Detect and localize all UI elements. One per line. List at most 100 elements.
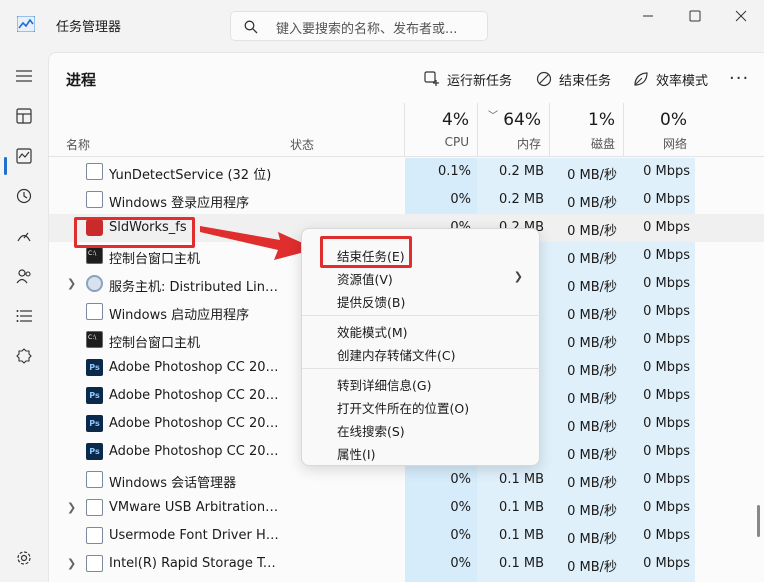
menu-separator — [302, 315, 541, 316]
network-cell: 0 Mbps — [643, 500, 690, 515]
network-cell: 0 Mbps — [643, 304, 690, 319]
photoshop-icon: Ps — [86, 415, 103, 432]
menu-item-resource-values[interactable]: 资源值(V) — [337, 269, 540, 288]
process-icon — [86, 163, 103, 180]
nav-item-performance[interactable] — [10, 142, 38, 170]
efficiency-mode-label: 效率模式 — [656, 73, 709, 89]
column-header-cpu[interactable]: 4% CPU — [404, 103, 477, 157]
nav-item-app-history[interactable] — [10, 182, 38, 210]
column-header-disk[interactable]: 1% 磁盘 — [549, 103, 623, 157]
annotation-highlight-process — [74, 217, 195, 248]
table-row[interactable]: Usermode Font Driver Host 0% 0.1 MB 0 MB… — [49, 522, 764, 550]
expand-chevron-icon[interactable]: ❯ — [67, 557, 76, 570]
cpu-cell: 0% — [450, 472, 471, 487]
nav-item-users[interactable] — [10, 262, 38, 290]
end-task-label: 结束任务 — [559, 73, 612, 89]
run-new-task-icon — [424, 71, 439, 86]
console-icon: C:\ — [86, 331, 103, 348]
disk-cell: 0 MB/秒 — [567, 476, 617, 491]
maximize-button[interactable] — [672, 0, 718, 32]
network-cell: 0 Mbps — [643, 220, 690, 235]
process-icon — [86, 303, 103, 320]
leaf-icon — [634, 72, 648, 86]
left-nav — [0, 52, 48, 582]
startup-icon — [17, 232, 31, 242]
efficiency-mode-button[interactable]: 效率模式 — [633, 68, 708, 90]
column-header-memory[interactable]: ﹀ 64% 内存 — [477, 103, 549, 157]
expand-chevron-icon[interactable]: ❯ — [67, 277, 76, 290]
network-label: 网络 — [662, 137, 687, 151]
network-cell: 0 Mbps — [643, 444, 690, 459]
process-name: Windows 启动应用程序 — [109, 308, 250, 323]
process-name: Windows 登录应用程序 — [109, 196, 250, 211]
table-row[interactable]: ❯ Intel(R) Rapid Storage Tech... 0% 0.1 … — [49, 550, 764, 578]
cpu-cell: 0.1% — [437, 164, 471, 179]
cpu-cell: 0% — [450, 556, 471, 571]
users-icon — [16, 269, 31, 284]
more-options-button[interactable]: ··· — [729, 68, 749, 89]
table-row[interactable]: Windows 登录应用程序 0% 0.2 MB 0 MB/秒 0 Mbps — [49, 186, 764, 214]
submenu-chevron-icon: ❯ — [513, 270, 523, 283]
cpu-cell: 0% — [450, 500, 471, 515]
menu-item-open-file-location[interactable]: 打开文件所在的位置(O) — [337, 398, 469, 417]
close-button[interactable] — [718, 0, 764, 32]
network-cell: 0 Mbps — [643, 360, 690, 375]
table-row[interactable]: ❯ VMware USB Arbitration Se... 0% 0.1 MB… — [49, 494, 764, 522]
menu-item-create-dump[interactable]: 创建内存转储文件(C) — [337, 345, 455, 364]
disk-cell: 0 MB/秒 — [567, 336, 617, 351]
process-name: Intel(R) Rapid Storage Tech... — [109, 556, 281, 571]
nav-item-startup[interactable] — [10, 222, 38, 250]
memory-cell: 0.1 MB — [499, 472, 544, 487]
disk-cell: 0 MB/秒 — [567, 532, 617, 547]
column-header-status[interactable]: 状态 — [290, 136, 314, 153]
disk-cell: 0 MB/秒 — [567, 224, 617, 239]
network-cell: 0 Mbps — [643, 164, 690, 179]
cpu-cell: 0% — [450, 528, 471, 543]
minimize-button[interactable] — [625, 0, 671, 32]
memory-cell: 0.1 MB — [499, 500, 544, 515]
disk-cell: 0 MB/秒 — [567, 448, 617, 463]
network-cell: 0 Mbps — [643, 388, 690, 403]
menu-item-go-to-details[interactable]: 转到详细信息(G) — [337, 375, 431, 394]
disk-cell: 0 MB/秒 — [567, 168, 617, 183]
services-icon — [16, 348, 32, 364]
memory-cell: 0.1 MB — [499, 528, 544, 543]
table-row[interactable]: Windows 会话管理器 0% 0.1 MB 0 MB/秒 0 Mbps — [49, 466, 764, 494]
search-input[interactable]: 键入要搜索的名称、发布者或... — [230, 11, 488, 41]
disk-cell: 0 MB/秒 — [567, 504, 617, 519]
process-name: Adobe Photoshop CC 2019 — [109, 416, 281, 431]
photoshop-icon: Ps — [86, 443, 103, 460]
process-name: Adobe Photoshop CC 2019 — [109, 444, 281, 459]
column-header-network[interactable]: 0% 网络 — [623, 103, 695, 157]
nav-item-details[interactable] — [10, 302, 38, 330]
network-cell: 0 Mbps — [643, 248, 690, 263]
network-cell: 0 Mbps — [643, 332, 690, 347]
cpu-label: CPU — [444, 135, 469, 149]
photoshop-icon: Ps — [86, 359, 103, 376]
network-cell: 0 Mbps — [643, 416, 690, 431]
process-icon — [86, 527, 103, 544]
column-header-name[interactable]: 名称 — [66, 136, 90, 153]
cpu-total: 4% — [442, 110, 469, 130]
scrollbar-thumb[interactable] — [757, 505, 760, 537]
run-new-task-button[interactable]: 运行新任务 — [424, 68, 512, 90]
nav-item-processes[interactable] — [10, 102, 38, 130]
memory-total: 64% — [503, 110, 541, 130]
end-task-button[interactable]: 结束任务 — [536, 68, 611, 90]
network-cell: 0 Mbps — [643, 528, 690, 543]
menu-item-properties[interactable]: 属性(I) — [337, 444, 375, 463]
nav-menu-button[interactable] — [10, 62, 38, 90]
menu-item-search-online[interactable]: 在线搜索(S) — [337, 421, 405, 440]
menu-item-feedback[interactable]: 提供反馈(B) — [337, 292, 405, 311]
network-cell: 0 Mbps — [643, 472, 690, 487]
app-title: 任务管理器 — [56, 20, 122, 35]
process-icon — [86, 471, 103, 488]
nav-item-settings[interactable] — [10, 544, 38, 572]
expand-chevron-icon[interactable]: ❯ — [67, 501, 76, 514]
disk-cell: 0 MB/秒 — [567, 364, 617, 379]
process-name: Adobe Photoshop CC 2019 — [109, 360, 281, 375]
nav-item-services[interactable] — [10, 342, 38, 370]
performance-icon — [16, 148, 32, 164]
menu-item-efficiency-mode[interactable]: 效能模式(M) — [337, 322, 408, 341]
table-row[interactable]: YunDetectService (32 位) 0.1% 0.2 MB 0 MB… — [49, 158, 764, 186]
